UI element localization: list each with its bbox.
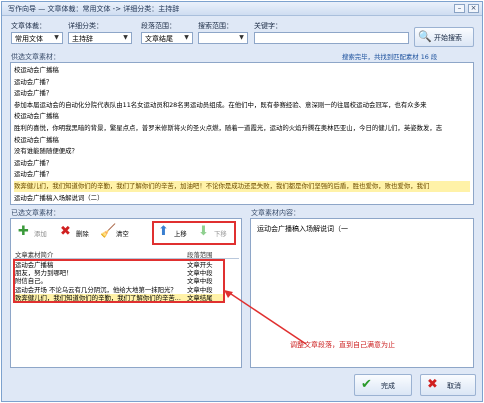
delete-icon: ✖ [60, 224, 71, 239]
section-label: 段落范围： [141, 22, 176, 30]
genre-select[interactable]: 常用文体 ▼ [11, 32, 63, 44]
add-button[interactable]: 添加 [34, 229, 47, 238]
source-panel-header: 供选文章素材： [11, 53, 60, 61]
move-down-button[interactable]: 下移 [214, 229, 227, 238]
genre-value: 常用文体 [15, 35, 43, 43]
source-list-item[interactable]: 校运动会广播稿 [14, 135, 470, 146]
arrow-up-icon: ⬆ [158, 224, 169, 239]
source-list-item[interactable]: 运动会广播？ [14, 77, 470, 88]
source-list-item[interactable]: 运动会广播？ [14, 158, 470, 169]
category-select[interactable]: 主持辞 ▼ [68, 32, 132, 44]
source-list-item[interactable]: 校运动会广播稿 [14, 111, 470, 122]
keyword-input[interactable] [254, 32, 409, 44]
cancel-label: 取消 [447, 382, 461, 390]
source-list-item[interactable]: 运动会广播？ [14, 169, 470, 180]
minimize-button[interactable]: – [454, 4, 465, 13]
source-list-item[interactable]: 没有谁能随随便便成？ [14, 146, 470, 157]
source-list-item[interactable]: 胜利的喜悦，你明我黑暗的背景，繁星点点，普罗米修斯将火的圣火点燃，随着一道霞光，… [14, 123, 470, 134]
chevron-down-icon: ▼ [123, 34, 128, 41]
source-list-item[interactable]: 校运动会广播稿 [14, 65, 470, 76]
close-button[interactable]: × [468, 4, 479, 13]
selected-panel-header: 已选文章素材： [11, 209, 60, 217]
arrow-down-icon: ⬇ [198, 224, 209, 239]
source-list-item[interactable]: 致奔健儿们，我们知道你们的辛勤，我们了解你们的辛苦，加油吧！不论你是成功还是失败… [14, 181, 470, 192]
finish-label: 完成 [381, 382, 395, 390]
add-icon: ✚ [18, 224, 29, 239]
chevron-down-icon: ▼ [239, 34, 244, 41]
category-value: 主持辞 [72, 35, 93, 43]
section-select[interactable]: 文章结尾 ▼ [141, 32, 193, 44]
source-list-item[interactable]: 运动会广播？ [14, 88, 470, 99]
section-value: 文章结尾 [145, 35, 173, 43]
search-icon: 🔍 [418, 30, 432, 43]
move-up-button[interactable]: 上移 [174, 229, 187, 238]
content-panel-header: 文章素材内容： [251, 209, 300, 217]
delete-button[interactable]: 删除 [76, 229, 89, 238]
source-material-list[interactable]: 校运动会广播稿 运动会广播？ 运动会广播？ 参加本届运动会的自动化分院代表队由11名女… [10, 62, 474, 205]
source-list-item[interactable]: 参加本届运动会的自动化分院代表队由11名女运动员和28名男运动员组成。在他们中，… [14, 100, 470, 111]
material-content-text: 运动会广播稿入场解说词（一 [257, 225, 348, 233]
cancel-button[interactable]: ✖ 取消 [420, 374, 476, 396]
wizard-window: 写作向导 — 文章体裁：常用文体 -> 详细分类：主持辞 – × 文章体裁： 常… [1, 1, 483, 402]
selected-material-panel: ✚ 添加 ✖ 删除 🧹 清空 ⬆ 上移 ⬇ 下移 文章素材简介 段落范围 运动会… [10, 218, 242, 368]
checkmark-icon: ✔ [361, 377, 372, 392]
rows-highlight-box [13, 259, 225, 303]
category-label: 详细分类： [68, 22, 103, 30]
chevron-down-icon: ▼ [54, 34, 59, 41]
search-scope-label: 搜索范围： [198, 22, 233, 30]
cancel-icon: ✖ [427, 377, 438, 392]
start-search-button[interactable]: 🔍 开始搜索 [414, 27, 474, 47]
chevron-down-icon: ▼ [184, 34, 189, 41]
keyword-label: 关键字： [254, 22, 282, 30]
title-bar[interactable]: 写作向导 — 文章体裁：常用文体 -> 详细分类：主持辞 – × [2, 2, 482, 16]
search-scope-select[interactable]: ▼ [198, 32, 248, 44]
broom-icon: 🧹 [100, 224, 117, 239]
source-list-item[interactable]: 运动会广播稿入场解说词（二） [14, 193, 470, 204]
clear-button[interactable]: 清空 [116, 229, 129, 238]
start-search-label: 开始搜索 [434, 34, 462, 42]
finish-button[interactable]: ✔ 完成 [354, 374, 412, 396]
toolbar: ✚ 添加 ✖ 删除 🧹 清空 ⬆ 上移 ⬇ 下移 [14, 221, 238, 246]
window-title: 写作向导 — 文章体裁：常用文体 -> 详细分类：主持辞 [8, 5, 180, 13]
search-status: 搜索完毕，共找到匹配素材 16 段 [342, 53, 438, 61]
genre-label: 文章体裁： [11, 22, 46, 30]
annotation-text: 调整文章段落，直到自己满意为止 [290, 341, 395, 349]
